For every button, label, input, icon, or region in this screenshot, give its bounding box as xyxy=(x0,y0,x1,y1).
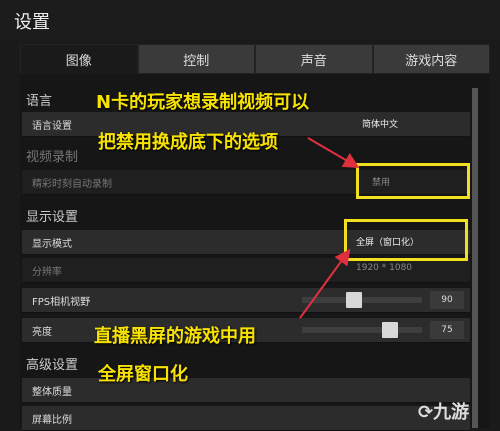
logo-text: 九游 xyxy=(433,402,470,423)
annotation-line1: N卡的玩家想录制视频可以 xyxy=(96,92,310,113)
logo-icon: ⟳ xyxy=(418,402,434,423)
annotation-line4: 全屏窗口化 xyxy=(98,364,188,385)
nine-game-logo: ⟳九游 xyxy=(418,398,469,424)
annotation-line3: 直播黑屏的游戏中用 xyxy=(94,326,256,347)
arrow-to-record xyxy=(307,137,360,169)
arrow-to-display-mode xyxy=(299,248,351,319)
annotation-arrows xyxy=(299,137,360,319)
annotation-line2: 把禁用换成底下的选项 xyxy=(98,132,278,153)
